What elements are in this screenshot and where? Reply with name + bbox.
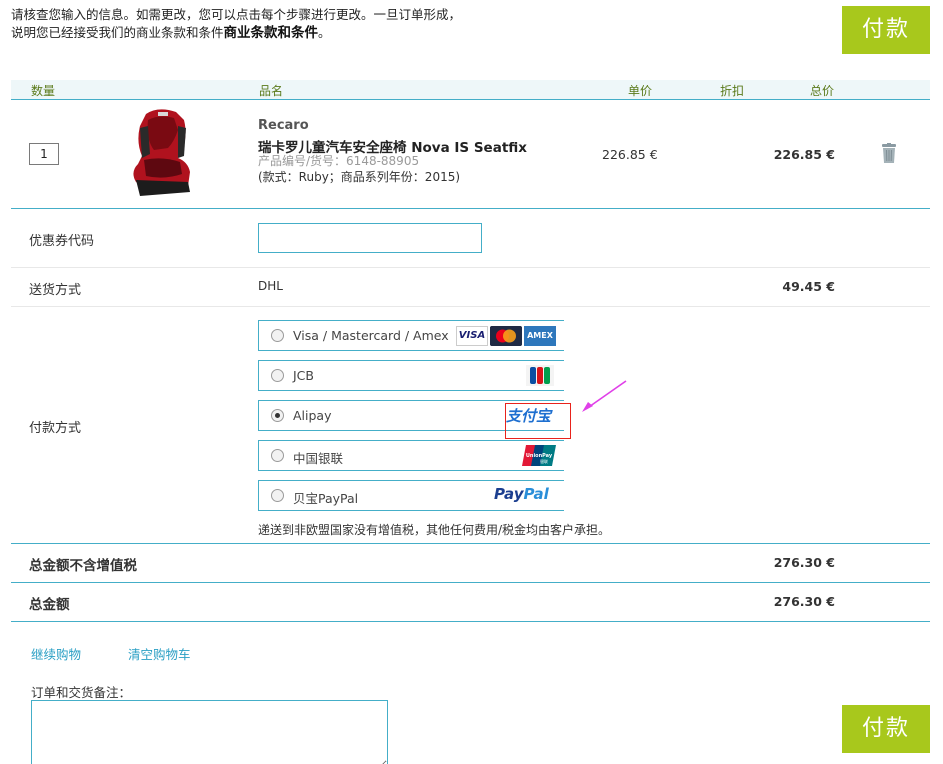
svg-text:银联: 银联 bbox=[540, 458, 548, 464]
header-name: 品名 bbox=[259, 84, 284, 98]
shipping-cost: 49.45 € bbox=[782, 279, 835, 294]
product-brand: Recaro bbox=[258, 118, 309, 133]
radio-button[interactable] bbox=[271, 449, 284, 462]
annotation-highlight-box bbox=[505, 403, 571, 439]
pay-button-top[interactable]: 付款 bbox=[842, 6, 930, 54]
divider bbox=[11, 208, 930, 209]
radio-button[interactable] bbox=[271, 329, 284, 342]
shipping-label: 送货方式 bbox=[29, 283, 82, 298]
cart-table-header bbox=[11, 80, 930, 100]
total-excl-vat-label: 总金额不含增值税 bbox=[29, 558, 137, 574]
visa-logo: VISA bbox=[456, 326, 488, 346]
payment-option-jcb[interactable]: JCB bbox=[258, 360, 564, 391]
divider bbox=[11, 267, 930, 268]
divider bbox=[11, 306, 930, 307]
coupon-label: 优惠券代码 bbox=[29, 234, 95, 249]
pay-button-bottom[interactable]: 付款 bbox=[842, 705, 930, 753]
coupon-input[interactable] bbox=[258, 223, 482, 253]
divider bbox=[11, 582, 930, 583]
grand-total-label: 总金额 bbox=[29, 597, 70, 613]
payment-option-label: Visa / Mastercard / Amex bbox=[293, 328, 449, 343]
radio-button[interactable] bbox=[271, 489, 284, 502]
divider bbox=[11, 543, 930, 544]
product-variant: (款式：Ruby；商品系列年份：2015) bbox=[258, 170, 461, 184]
mastercard-logo bbox=[490, 326, 522, 346]
shipping-method: DHL bbox=[258, 279, 283, 293]
product-sku: 产品编号/货号：6148-88905 bbox=[258, 154, 420, 168]
radio-button[interactable] bbox=[271, 369, 284, 382]
terms-notice: 请核查您输入的信息。如需更改，您可以点击每个步骤进行更改。一旦订单形成， 说明您… bbox=[11, 6, 461, 42]
car-seat-product-image[interactable] bbox=[118, 106, 198, 198]
empty-cart-link[interactable]: 清空购物车 bbox=[128, 644, 191, 663]
vat-note: 递送到非欧盟国家没有增值税，其他任何费用/税金均由客户承担。 bbox=[258, 523, 611, 537]
annotation-arrow-icon bbox=[582, 380, 627, 412]
order-notes-label: 订单和交货备注： bbox=[31, 685, 132, 700]
header-total: 总价 bbox=[810, 84, 835, 98]
unionpay-logo: UnionPay 银联 bbox=[522, 445, 556, 466]
divider bbox=[11, 621, 930, 622]
terms-link-text: 商业条款和条件 bbox=[223, 25, 319, 41]
grand-total-value: 276.30 € bbox=[773, 594, 835, 609]
header-unit-price: 单价 bbox=[628, 84, 653, 98]
item-total-price: 226.85 € bbox=[773, 147, 835, 162]
terms-notice-line2: 说明您已经接受我们的商业条款和条件商业条款和条件。 bbox=[11, 25, 331, 41]
payment-option-label: Alipay bbox=[293, 408, 332, 423]
amex-logo: AMEX bbox=[524, 326, 556, 346]
jcb-logo bbox=[526, 365, 554, 386]
total-excl-vat-value: 276.30 € bbox=[773, 555, 835, 570]
terms-notice-line1: 请核查您输入的信息。如需更改，您可以点击每个步骤进行更改。一旦订单形成， bbox=[11, 7, 462, 22]
radio-button-selected[interactable] bbox=[271, 409, 284, 422]
payment-label: 付款方式 bbox=[29, 421, 82, 436]
continue-shopping-link[interactable]: 继续购物 bbox=[31, 644, 81, 663]
payment-option-unionpay[interactable]: 中国银联 bbox=[258, 440, 564, 471]
delete-item-icon[interactable] bbox=[882, 143, 896, 163]
quantity-input[interactable]: 1 bbox=[29, 143, 59, 165]
payment-option-label: JCB bbox=[293, 368, 314, 383]
paypal-logo: PayPal bbox=[494, 485, 549, 503]
header-qty: 数量 bbox=[31, 84, 56, 98]
header-discount: 折扣 bbox=[720, 84, 745, 98]
payment-option-label: 中国银联 bbox=[293, 451, 344, 466]
payment-option-label: 贝宝PayPal bbox=[293, 491, 359, 506]
order-notes-textarea[interactable] bbox=[31, 700, 388, 764]
unit-price: 226.85 € bbox=[602, 147, 658, 162]
